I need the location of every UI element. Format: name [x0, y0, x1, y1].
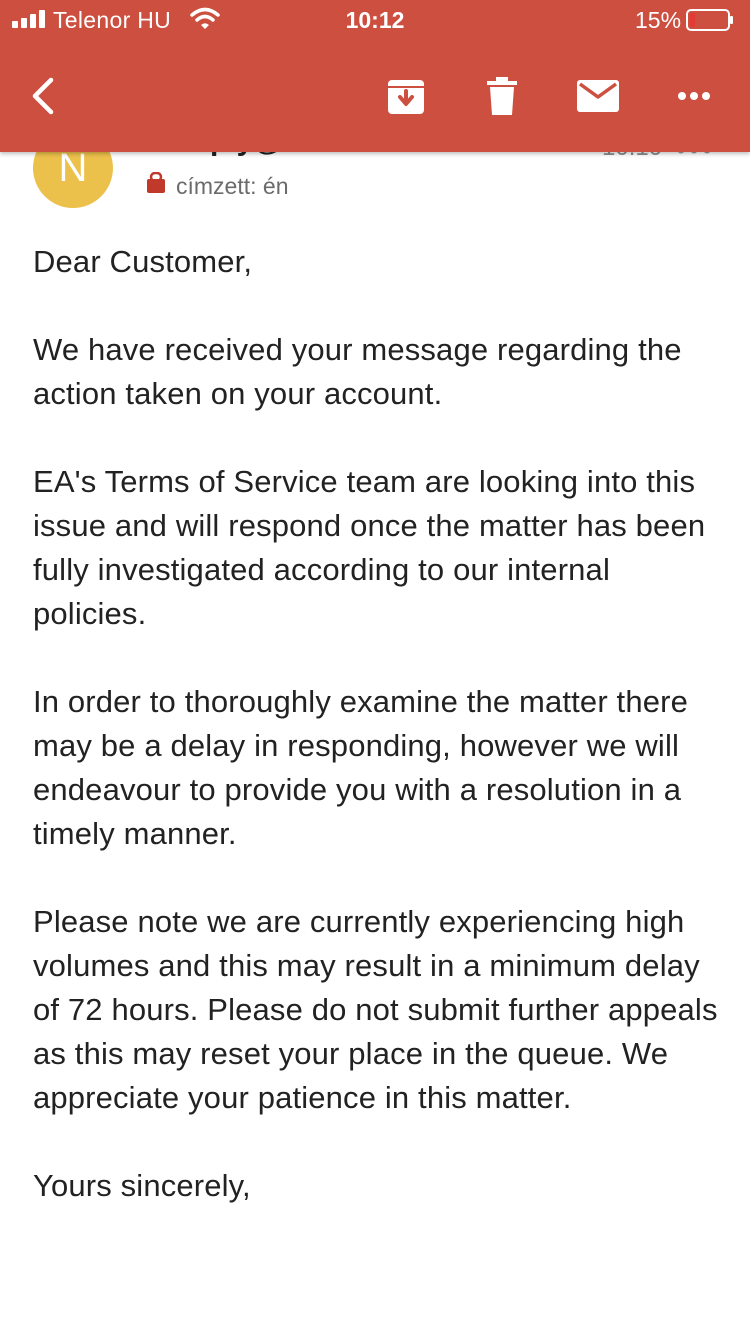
message-body: Dear Customer, We have received your mes… [33, 240, 723, 1252]
battery-percent: 15% [635, 7, 682, 33]
body-paragraph: Please note we are currently experiencin… [33, 904, 718, 1115]
important-label-icon [147, 172, 165, 193]
archive-icon [388, 80, 424, 114]
mail-icon [577, 80, 619, 112]
body-paragraph: We have received your message regarding … [33, 332, 682, 411]
body-paragraph-greeting: Dear Customer, [33, 244, 253, 279]
message-toolbar [0, 56, 750, 136]
mark-unread-button[interactable] [572, 70, 624, 122]
status-bar: Telenor HU 10:12 15% [0, 0, 750, 40]
body-paragraph-closing: Yours sincerely, [33, 1168, 251, 1203]
back-icon [32, 77, 54, 115]
archive-button[interactable] [380, 70, 432, 122]
delete-button[interactable] [476, 70, 528, 122]
battery-icon [686, 9, 733, 31]
top-app-bar: Telenor HU 10:12 15% [0, 0, 750, 152]
back-button[interactable] [18, 70, 70, 122]
body-paragraph: EA's Terms of Service team are looking i… [33, 464, 706, 631]
trash-icon [487, 77, 517, 115]
body-paragraph: In order to thoroughly examine the matte… [33, 684, 688, 851]
recipient-line[interactable]: címzett: én [176, 173, 288, 200]
more-options-button[interactable] [668, 70, 720, 122]
more-icon [678, 92, 710, 100]
